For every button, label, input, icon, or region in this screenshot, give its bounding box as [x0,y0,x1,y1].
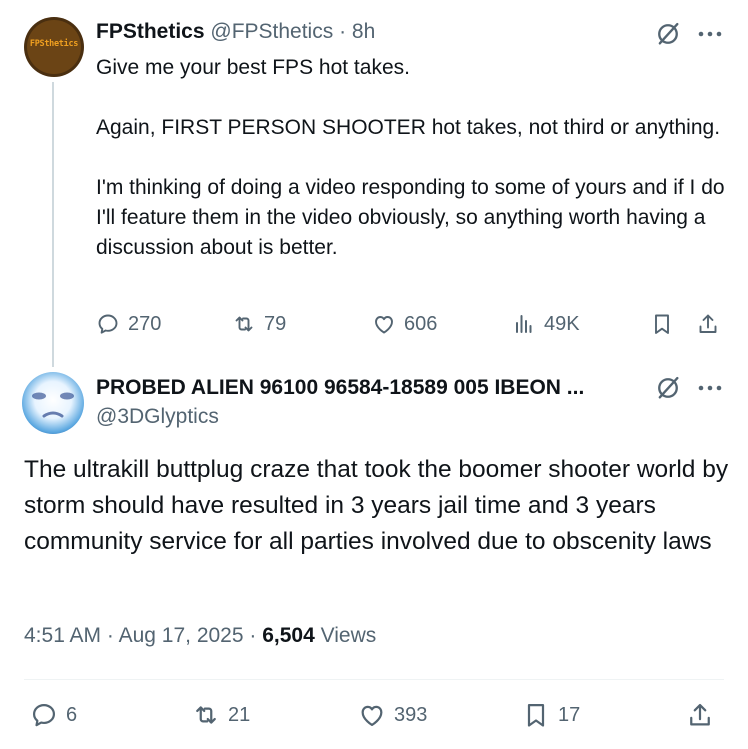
parent-author-name[interactable]: FPSthetics [96,20,205,43]
meta-separator: · [249,624,257,647]
main-tweet-meta: 4:51 AM · Aug 17, 2025 · 6,504 Views [24,622,376,650]
reply-icon [98,314,118,334]
grok-icon[interactable] [654,20,682,48]
parent-reply-count: 270 [128,312,162,335]
bookmark-icon [527,703,545,727]
avatar-logo-text: FPSthetics [29,39,79,49]
share-icon [699,314,717,333]
main-author-name[interactable]: PROBED ALIEN 96100 96584-18589 005 IBEON… [96,376,656,400]
main-date[interactable]: Aug 17, 2025 [119,624,244,647]
main-views-label: Views [320,624,377,647]
parent-views-button[interactable]: 49K [512,308,580,340]
parent-separator: · [339,20,347,43]
reply-icon [32,703,56,727]
parent-author-handle[interactable]: @FPSthetics [210,20,333,43]
parent-timestamp[interactable]: 8h [352,20,375,43]
main-like-button[interactable]: 393 [358,698,427,732]
more-icon[interactable] [697,22,723,46]
main-like-count: 393 [394,703,428,726]
parent-tweet-text: Give me your best FPS hot takes. Again, … [96,53,732,263]
avatar-face [32,392,74,418]
main-time[interactable]: 4:51 AM [24,624,101,647]
main-share-button[interactable] [686,698,714,732]
parent-repost-count: 79 [264,312,287,335]
parent-action-bar: 270 79 606 49K [96,308,732,340]
parent-repost-button[interactable]: 79 [232,308,286,340]
parent-reply-button[interactable]: 270 [96,308,161,340]
parent-views-count: 49K [544,312,580,335]
parent-text-paragraph: I'm thinking of doing a video responding… [96,176,725,259]
repost-icon [196,706,216,724]
parent-like-count: 606 [404,312,438,335]
main-repost-button[interactable]: 21 [192,698,250,732]
avatar-fpsthetics[interactable]: FPSthetics [24,17,84,77]
main-bookmark-button[interactable]: 17 [522,698,580,732]
main-author-handle[interactable]: @3DGlyptics [96,405,219,429]
parent-text-paragraph: Give me your best FPS hot takes. [96,56,410,79]
parent-bookmark-button[interactable] [650,308,674,340]
grok-icon[interactable] [654,374,682,402]
avatar-3dglyptics[interactable] [22,372,84,434]
main-repost-count: 21 [228,703,251,726]
share-icon [690,703,710,726]
main-bookmark-count: 17 [558,703,581,726]
meta-separator: · [106,624,114,647]
main-reply-button[interactable]: 6 [30,698,77,732]
main-reply-count: 6 [66,703,78,726]
main-views-count: 6,504 [262,624,315,647]
heart-icon [375,316,393,334]
divider [24,679,724,680]
more-icon[interactable] [697,376,723,400]
views-icon [516,315,532,333]
parent-tweet-header: FPSthetics @FPSthetics · 8h [96,20,375,44]
thread-line [52,82,54,367]
parent-share-button[interactable] [696,308,720,340]
main-action-bar: 6 21 393 17 [24,698,724,732]
parent-text-paragraph: Again, FIRST PERSON SHOOTER hot takes, n… [96,116,721,139]
repost-icon [235,316,253,332]
bookmark-icon [655,314,669,334]
main-tweet-text: The ultrakill buttplug craze that took t… [24,456,729,555]
heart-icon [361,705,383,727]
parent-like-button[interactable]: 606 [372,308,437,340]
